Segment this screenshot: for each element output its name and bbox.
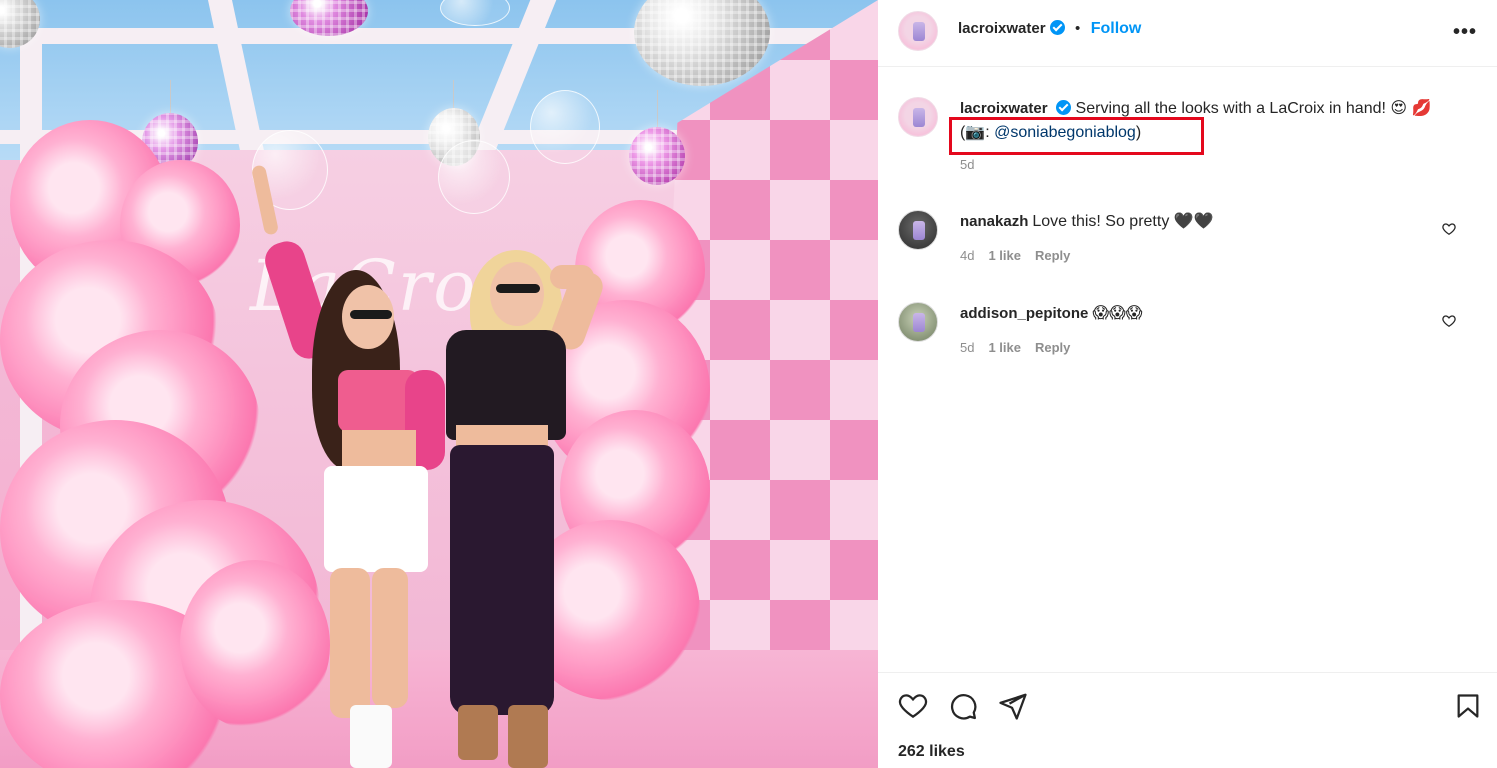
follow-button[interactable]: Follow [1091, 20, 1142, 37]
commenter-avatar[interactable] [898, 302, 938, 342]
comment-like-icon[interactable] [1442, 222, 1456, 241]
caption-avatar[interactable] [898, 97, 938, 137]
highlight-box [949, 117, 1204, 155]
comment-text: Love this! So pretty 🖤🖤 [1032, 213, 1214, 230]
comment-username[interactable]: nanakazh [960, 213, 1028, 230]
comment-likes[interactable]: 1 like [988, 340, 1021, 355]
share-icon[interactable] [998, 691, 1028, 726]
post-photo[interactable]: LaCroix [0, 0, 878, 768]
caption-age: 5d [960, 157, 975, 172]
comment-age: 5d [960, 340, 975, 355]
comment-reply-button[interactable]: Reply [1035, 340, 1070, 355]
post-header: lacroixwater • Follow ••• [878, 0, 1497, 67]
comment-likes[interactable]: 1 like [988, 248, 1021, 263]
author-line: lacroixwater • Follow [958, 20, 1141, 38]
verified-badge-icon [1055, 100, 1071, 115]
verified-badge-icon [1049, 20, 1065, 35]
comment-age: 4d [960, 248, 975, 263]
comment-username[interactable]: addison_pepitone [960, 305, 1088, 322]
instagram-post-view: LaCroix lacroixwater • Follow ••• lacroi… [0, 0, 1497, 768]
caption-text: Serving all the looks with a LaCroix in … [1075, 100, 1432, 117]
commenter-avatar[interactable] [898, 210, 938, 250]
more-options-icon[interactable]: ••• [1453, 21, 1477, 44]
comment-text: 😱😱😱 [1092, 305, 1143, 322]
comment-like-icon[interactable] [1442, 314, 1456, 333]
likes-count[interactable]: 262 likes [898, 743, 965, 761]
post-actions-bar: 262 likes [878, 672, 1497, 768]
comment-icon[interactable] [948, 691, 978, 726]
separator-dot: • [1075, 20, 1081, 37]
author-avatar[interactable] [898, 11, 938, 51]
post-side-panel: lacroixwater • Follow ••• lacroixwater Se… [878, 0, 1497, 768]
save-icon[interactable] [1454, 691, 1482, 726]
author-username[interactable]: lacroixwater [958, 20, 1046, 37]
caption-username[interactable]: lacroixwater [960, 100, 1048, 117]
like-icon[interactable] [898, 691, 928, 726]
comment-reply-button[interactable]: Reply [1035, 248, 1070, 263]
